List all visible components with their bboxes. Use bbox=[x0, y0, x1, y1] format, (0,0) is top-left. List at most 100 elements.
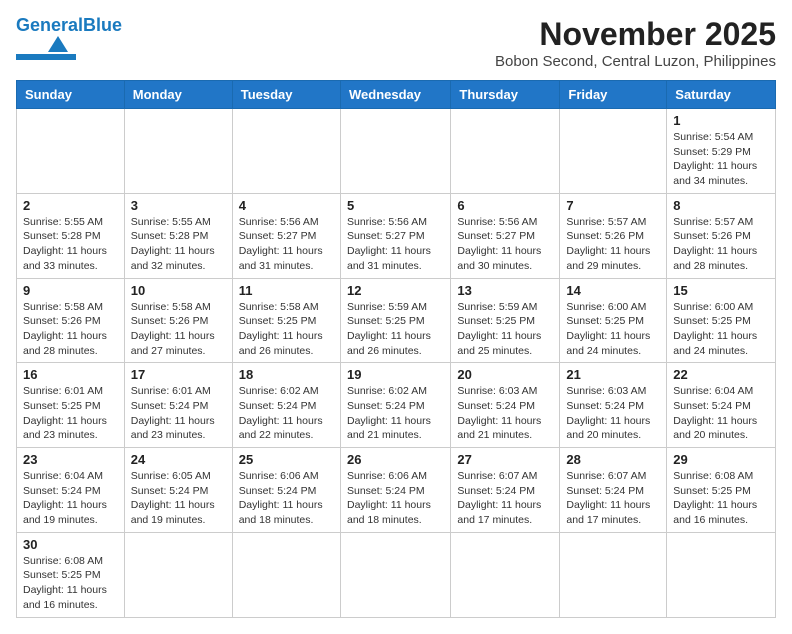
day-number: 7 bbox=[566, 198, 660, 213]
day-number: 8 bbox=[673, 198, 769, 213]
day-info: Sunrise: 6:08 AMSunset: 5:25 PMDaylight:… bbox=[23, 554, 118, 613]
day-info: Sunrise: 5:58 AMSunset: 5:25 PMDaylight:… bbox=[239, 300, 334, 359]
day-cell: 27 Sunrise: 6:07 AMSunset: 5:24 PMDayligh… bbox=[451, 448, 560, 533]
day-number: 24 bbox=[131, 452, 226, 467]
day-cell: 21Sunrise: 6:03 AMSunset: 5:24 PMDayligh… bbox=[560, 363, 667, 448]
day-cell: 1 Sunrise: 5:54 AMSunset: 5:29 PMDaylight… bbox=[667, 109, 776, 194]
day-number: 30 bbox=[23, 537, 118, 552]
day-number: 25 bbox=[239, 452, 334, 467]
day-number: 22 bbox=[673, 367, 769, 382]
day-cell: 3Sunrise: 5:55 AMSunset: 5:28 PMDaylight… bbox=[124, 193, 232, 278]
calendar-table: SundayMondayTuesdayWednesdayThursdayFrid… bbox=[16, 80, 776, 618]
col-header-friday: Friday bbox=[560, 81, 667, 109]
day-number: 28 bbox=[566, 452, 660, 467]
day-cell: 19 Sunrise: 6:02 AMSunset: 5:24 PMDayligh… bbox=[340, 363, 450, 448]
col-header-saturday: Saturday bbox=[667, 81, 776, 109]
day-info: Sunrise: 5:58 AMSunset: 5:26 PMDaylight:… bbox=[131, 300, 226, 359]
header: GeneralBlue November 2025 Bobon Second, … bbox=[16, 16, 776, 70]
day-number: 17 bbox=[131, 367, 226, 382]
day-number: 10 bbox=[131, 283, 226, 298]
month-title: November 2025 bbox=[495, 16, 776, 53]
day-info: Sunrise: 6:06 AMSunset: 5:24 PMDaylight:… bbox=[347, 469, 444, 528]
day-number: 23 bbox=[23, 452, 118, 467]
day-cell: 14 Sunrise: 6:00 AMSunset: 5:25 PMDayligh… bbox=[560, 278, 667, 363]
logo-text: GeneralBlue bbox=[16, 16, 122, 34]
day-info: Sunrise: 6:06 AMSunset: 5:24 PMDaylight:… bbox=[239, 469, 334, 528]
day-cell: 5 Sunrise: 5:56 AMSunset: 5:27 PMDaylight… bbox=[340, 193, 450, 278]
day-info: Sunrise: 6:00 AMSunset: 5:25 PMDaylight:… bbox=[566, 300, 660, 359]
day-number: 27 bbox=[457, 452, 553, 467]
day-cell: 18Sunrise: 6:02 AMSunset: 5:24 PMDayligh… bbox=[232, 363, 340, 448]
col-header-wednesday: Wednesday bbox=[340, 81, 450, 109]
day-info: Sunrise: 6:07 AMSunset: 5:24 PMDaylight:… bbox=[457, 469, 553, 528]
col-header-thursday: Thursday bbox=[451, 81, 560, 109]
week-row-3: 9 Sunrise: 5:58 AMSunset: 5:26 PMDaylight… bbox=[17, 278, 776, 363]
day-number: 26 bbox=[347, 452, 444, 467]
day-cell: 22Sunrise: 6:04 AMSunset: 5:24 PMDayligh… bbox=[667, 363, 776, 448]
day-cell bbox=[451, 109, 560, 194]
day-cell: 30 Sunrise: 6:08 AMSunset: 5:25 PMDayligh… bbox=[17, 532, 125, 617]
header-row: SundayMondayTuesdayWednesdayThursdayFrid… bbox=[17, 81, 776, 109]
day-cell bbox=[17, 109, 125, 194]
day-info: Sunrise: 6:07 AMSunset: 5:24 PMDaylight:… bbox=[566, 469, 660, 528]
day-cell: 23Sunrise: 6:04 AMSunset: 5:24 PMDayligh… bbox=[17, 448, 125, 533]
day-info: Sunrise: 6:03 AMSunset: 5:24 PMDaylight:… bbox=[566, 384, 660, 443]
day-info: Sunrise: 5:58 AMSunset: 5:26 PMDaylight:… bbox=[23, 300, 118, 359]
location-title: Bobon Second, Central Luzon, Philippines bbox=[495, 53, 776, 70]
day-number: 19 bbox=[347, 367, 444, 382]
day-cell: 15 Sunrise: 6:00 AMSunset: 5:25 PMDayligh… bbox=[667, 278, 776, 363]
day-cell: 17Sunrise: 6:01 AMSunset: 5:24 PMDayligh… bbox=[124, 363, 232, 448]
day-cell bbox=[124, 109, 232, 194]
day-number: 16 bbox=[23, 367, 118, 382]
day-info: Sunrise: 6:01 AMSunset: 5:25 PMDaylight:… bbox=[23, 384, 118, 443]
week-row-6: 30 Sunrise: 6:08 AMSunset: 5:25 PMDayligh… bbox=[17, 532, 776, 617]
logo: GeneralBlue bbox=[16, 16, 122, 60]
day-info: Sunrise: 5:56 AMSunset: 5:27 PMDaylight:… bbox=[457, 215, 553, 274]
day-number: 5 bbox=[347, 198, 444, 213]
week-row-1: 1 Sunrise: 5:54 AMSunset: 5:29 PMDaylight… bbox=[17, 109, 776, 194]
day-cell bbox=[232, 109, 340, 194]
day-info: Sunrise: 6:02 AMSunset: 5:24 PMDaylight:… bbox=[347, 384, 444, 443]
day-info: Sunrise: 6:08 AMSunset: 5:25 PMDaylight:… bbox=[673, 469, 769, 528]
day-number: 2 bbox=[23, 198, 118, 213]
logo-bar bbox=[16, 54, 76, 60]
day-cell: 10 Sunrise: 5:58 AMSunset: 5:26 PMDayligh… bbox=[124, 278, 232, 363]
col-header-tuesday: Tuesday bbox=[232, 81, 340, 109]
day-cell: 2 Sunrise: 5:55 AMSunset: 5:28 PMDaylight… bbox=[17, 193, 125, 278]
day-cell bbox=[667, 532, 776, 617]
day-number: 14 bbox=[566, 283, 660, 298]
day-info: Sunrise: 6:03 AMSunset: 5:24 PMDaylight:… bbox=[457, 384, 553, 443]
day-cell: 9 Sunrise: 5:58 AMSunset: 5:26 PMDaylight… bbox=[17, 278, 125, 363]
day-info: Sunrise: 5:59 AMSunset: 5:25 PMDaylight:… bbox=[347, 300, 444, 359]
day-cell bbox=[340, 532, 450, 617]
day-cell: 26 Sunrise: 6:06 AMSunset: 5:24 PMDayligh… bbox=[340, 448, 450, 533]
day-number: 15 bbox=[673, 283, 769, 298]
day-cell bbox=[232, 532, 340, 617]
day-cell: 12 Sunrise: 5:59 AMSunset: 5:25 PMDayligh… bbox=[340, 278, 450, 363]
day-info: Sunrise: 5:54 AMSunset: 5:29 PMDaylight:… bbox=[673, 130, 769, 189]
day-cell: 13Sunrise: 5:59 AMSunset: 5:25 PMDayligh… bbox=[451, 278, 560, 363]
day-cell bbox=[340, 109, 450, 194]
day-number: 11 bbox=[239, 283, 334, 298]
day-cell: 8Sunrise: 5:57 AMSunset: 5:26 PMDaylight… bbox=[667, 193, 776, 278]
week-row-5: 23Sunrise: 6:04 AMSunset: 5:24 PMDayligh… bbox=[17, 448, 776, 533]
day-cell bbox=[560, 532, 667, 617]
day-number: 18 bbox=[239, 367, 334, 382]
day-info: Sunrise: 5:55 AMSunset: 5:28 PMDaylight:… bbox=[131, 215, 226, 274]
logo-triangle-icon bbox=[48, 36, 68, 52]
day-info: Sunrise: 6:05 AMSunset: 5:24 PMDaylight:… bbox=[131, 469, 226, 528]
day-cell: 16 Sunrise: 6:01 AMSunset: 5:25 PMDayligh… bbox=[17, 363, 125, 448]
day-number: 9 bbox=[23, 283, 118, 298]
day-info: Sunrise: 5:56 AMSunset: 5:27 PMDaylight:… bbox=[239, 215, 334, 274]
week-row-2: 2 Sunrise: 5:55 AMSunset: 5:28 PMDaylight… bbox=[17, 193, 776, 278]
day-cell: 4 Sunrise: 5:56 AMSunset: 5:27 PMDaylight… bbox=[232, 193, 340, 278]
day-info: Sunrise: 6:00 AMSunset: 5:25 PMDaylight:… bbox=[673, 300, 769, 359]
day-number: 6 bbox=[457, 198, 553, 213]
day-cell: 29Sunrise: 6:08 AMSunset: 5:25 PMDayligh… bbox=[667, 448, 776, 533]
day-number: 1 bbox=[673, 113, 769, 128]
day-info: Sunrise: 5:55 AMSunset: 5:28 PMDaylight:… bbox=[23, 215, 118, 274]
day-number: 12 bbox=[347, 283, 444, 298]
day-number: 20 bbox=[457, 367, 553, 382]
day-number: 4 bbox=[239, 198, 334, 213]
day-info: Sunrise: 5:56 AMSunset: 5:27 PMDaylight:… bbox=[347, 215, 444, 274]
